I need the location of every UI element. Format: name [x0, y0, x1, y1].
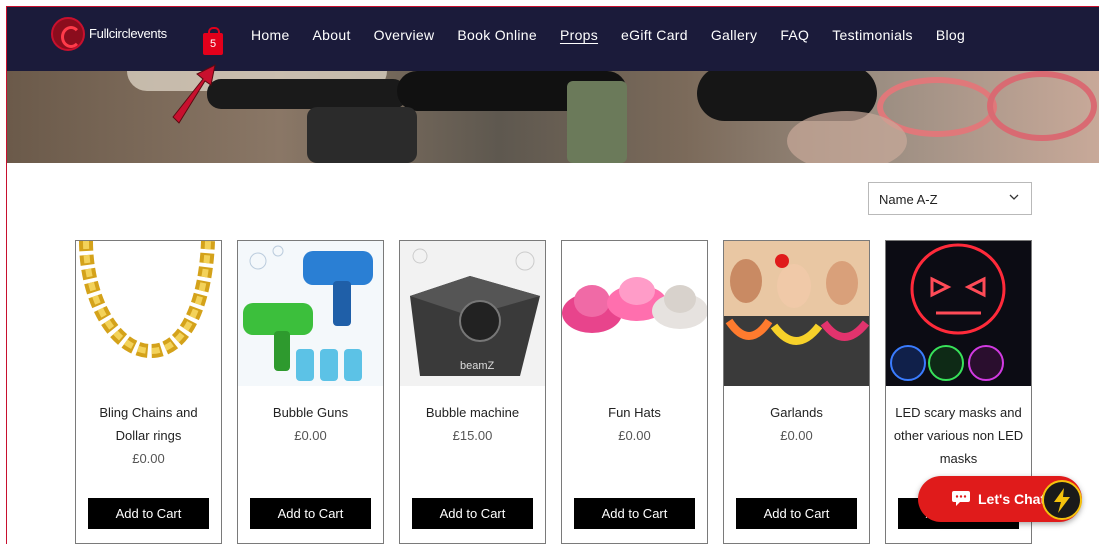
add-to-cart-button[interactable]: Add to Cart [88, 498, 209, 529]
product-price: £15.00 [452, 428, 493, 443]
product-price: £0.00 [132, 451, 165, 466]
nav-home[interactable]: Home [251, 27, 290, 43]
nav-blog[interactable]: Blog [936, 27, 965, 43]
nav-gallery[interactable]: Gallery [711, 27, 757, 43]
svg-text:beamZ: beamZ [460, 360, 495, 372]
product-info: Bling Chains and Dollar rings £0.00 [82, 401, 215, 470]
cart-count-badge: 5 [209, 38, 217, 50]
product-name[interactable]: Garlands [770, 405, 823, 420]
product-name[interactable]: Fun Hats [608, 405, 661, 420]
nav-book-online[interactable]: Book Online [457, 27, 537, 43]
brand-name[interactable]: Fullcirclevents [89, 26, 167, 41]
product-card-garlands[interactable]: Garlands £0.00 Add to Cart [723, 240, 870, 544]
product-info: Garlands £0.00 [730, 401, 863, 447]
nav-faq[interactable]: FAQ [780, 27, 809, 43]
add-to-cart-button[interactable]: Add to Cart [412, 498, 533, 529]
product-card-bling-chains[interactable]: Bling Chains and Dollar rings £0.00 Add … [75, 240, 222, 544]
product-card-bubble-machine[interactable]: beamZ Bubble machine £15.00 Add to Cart [399, 240, 546, 544]
lightning-bolt-icon[interactable] [1042, 480, 1082, 520]
chat-label: Let's Chat! [978, 491, 1050, 507]
product-info: Bubble Guns £0.00 [244, 401, 377, 447]
product-name[interactable]: Bubble Guns [273, 405, 348, 420]
product-price: £0.00 [618, 428, 651, 443]
chat-bubble-icon [952, 491, 970, 506]
product-name[interactable]: Bubble machine [426, 405, 519, 420]
brand-logo-icon[interactable] [51, 17, 85, 51]
annotation-arrow-icon [172, 64, 216, 124]
product-name[interactable]: Bling Chains and Dollar rings [99, 405, 197, 443]
product-image-bubble-guns[interactable] [238, 241, 383, 386]
sort-dropdown[interactable]: Name A-Z [868, 182, 1032, 215]
add-to-cart-button[interactable]: Add to Cart [250, 498, 371, 529]
nav-egift-card[interactable]: eGift Card [621, 27, 688, 43]
nav-overview[interactable]: Overview [374, 27, 435, 43]
chevron-down-icon [1009, 194, 1019, 200]
nav-testimonials[interactable]: Testimonials [832, 27, 913, 43]
nav-about[interactable]: About [313, 27, 351, 43]
cart-bag-icon[interactable]: 5 [203, 27, 223, 55]
page-frame: Fullcirclevents 5 Home About Overview Bo… [6, 6, 1099, 544]
product-image-bubble-machine[interactable]: beamZ [400, 241, 545, 386]
product-info: Fun Hats £0.00 [568, 401, 701, 447]
main-menu: Home About Overview Book Online Props eG… [251, 27, 988, 43]
product-image-led-masks[interactable] [886, 241, 1031, 386]
product-image-garlands[interactable] [724, 241, 869, 386]
add-to-cart-button[interactable]: Add to Cart [574, 498, 695, 529]
product-card-bubble-guns[interactable]: Bubble Guns £0.00 Add to Cart [237, 240, 384, 544]
product-info: Bubble machine £15.00 [406, 401, 539, 447]
product-card-fun-hats[interactable]: Fun Hats £0.00 Add to Cart [561, 240, 708, 544]
product-image-hats[interactable] [562, 241, 707, 386]
add-to-cart-button[interactable]: Add to Cart [736, 498, 857, 529]
sort-selected-value: Name A-Z [879, 192, 938, 207]
lightning-glyph-icon [1054, 488, 1070, 513]
product-name[interactable]: LED scary masks and other various non LE… [894, 405, 1023, 466]
nav-props[interactable]: Props [560, 27, 598, 43]
product-image-chain[interactable] [76, 241, 221, 386]
product-price: £0.00 [294, 428, 327, 443]
product-price: £0.00 [780, 428, 813, 443]
